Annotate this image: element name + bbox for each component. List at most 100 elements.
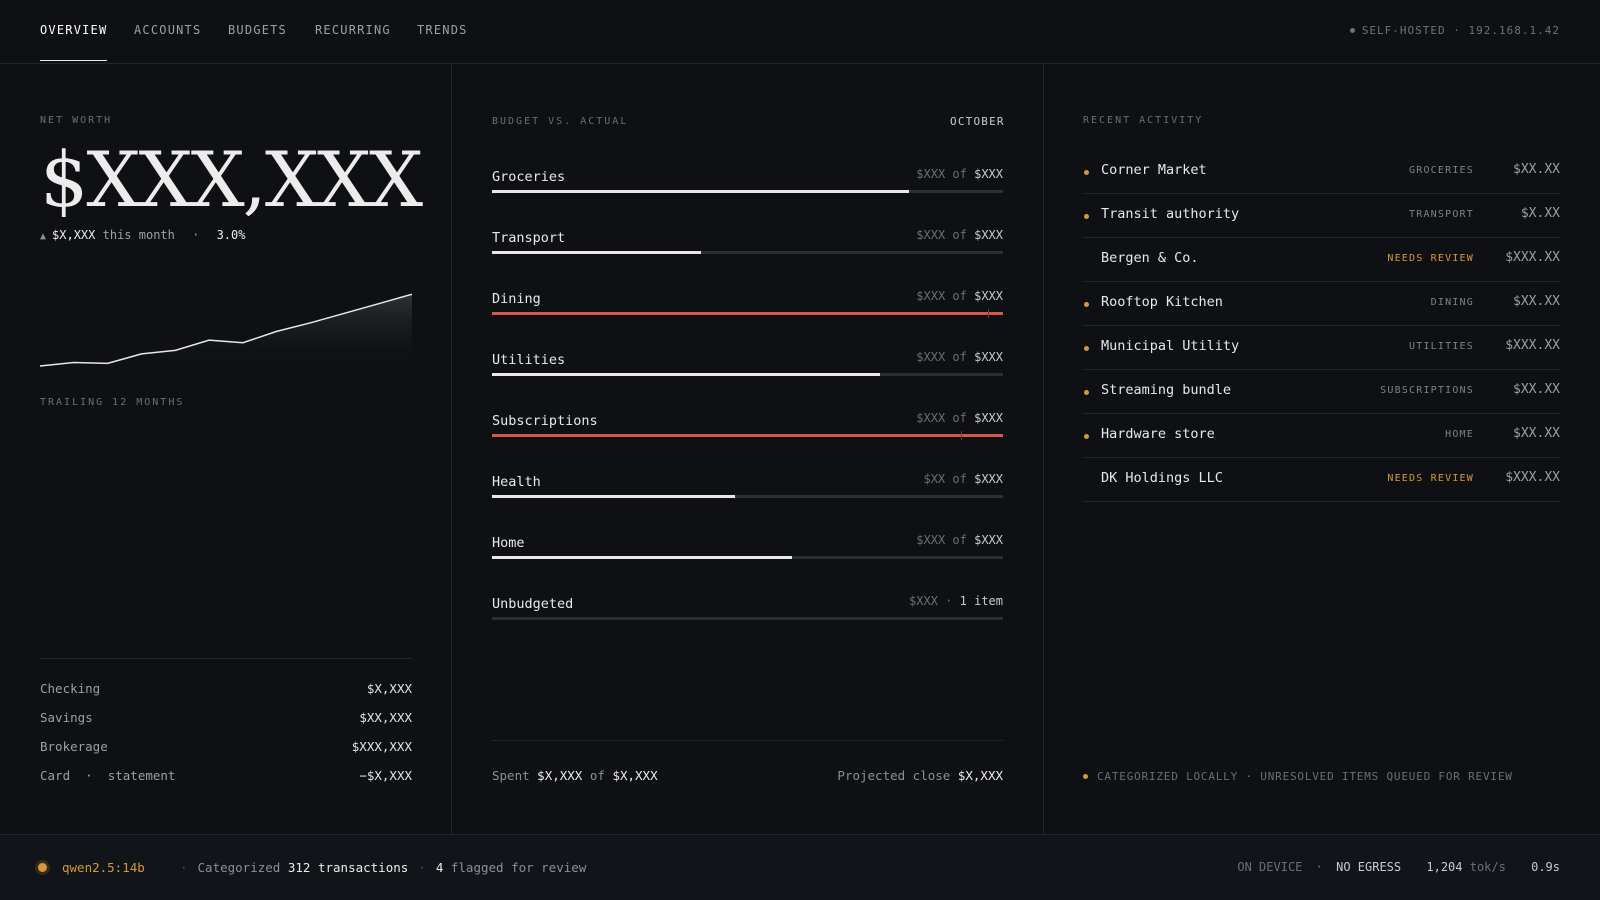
merchant-name: Municipal Utility [1101, 338, 1240, 354]
merchant-name: Bergen & Co. [1101, 250, 1199, 266]
budget-limit-marker [961, 431, 962, 440]
activity-row[interactable]: Transit authority TRANSPORT $X.XX [1083, 194, 1560, 238]
budget-row[interactable]: Transport $XXX of $XXX [492, 227, 1003, 254]
flag-count: 4 [435, 860, 444, 875]
transaction-amount: $XXX.XX [1505, 470, 1560, 485]
budget-limit-marker [988, 309, 989, 318]
budget-category-name: Groceries [492, 169, 566, 185]
category-label: UTILITIES [1409, 341, 1474, 352]
budget-category-name: Home [492, 535, 525, 551]
needs-review-badge[interactable]: NEEDS REVIEW [1387, 253, 1474, 264]
status-separator: · [418, 860, 426, 875]
budget-row[interactable]: Groceries $XXX of $XXX [492, 166, 1003, 193]
category-dot-icon [1084, 170, 1089, 175]
delta-amount: $X,XXX [52, 228, 96, 242]
account-row-card[interactable]: Card · statement −$X,XXX [40, 768, 412, 783]
token-speed-unit: tok/s [1469, 860, 1506, 874]
net-worth-delta: ▲ $X,XXX this month · 3.0% [40, 228, 245, 242]
budget-month-selector[interactable]: OCTOBER [950, 115, 1005, 128]
account-row-checking[interactable]: Checking $X,XXX [40, 681, 412, 696]
tab-trends[interactable]: TRENDS [417, 23, 468, 37]
model-name[interactable]: qwen2.5:14b [62, 860, 145, 875]
budget-of: of [952, 167, 967, 181]
budget-amount: $XX of $XXX [923, 472, 1003, 486]
budget-progress-fill [492, 556, 792, 559]
budget-progress-track [492, 495, 1003, 498]
budget-progress-track [492, 431, 1003, 440]
budget-row[interactable]: Utilities $XXX of $XXX [492, 349, 1003, 376]
budget-row[interactable]: Dining $XXX of $XXX [492, 288, 1003, 318]
budget-amount: $XXX of $XXX [916, 289, 1003, 303]
activity-row[interactable]: DK Holdings LLC NEEDS REVIEW $XXX.XX [1083, 458, 1560, 502]
category-dot-icon [1084, 302, 1089, 307]
account-value: $X,XXX [366, 681, 412, 696]
transaction-amount: $XX.XX [1513, 294, 1560, 309]
merchant-name: DK Holdings LLC [1101, 470, 1223, 486]
account-row-brokerage[interactable]: Brokerage $XXX,XXX [40, 739, 412, 754]
budget-progress-fill [492, 434, 1003, 437]
account-row-savings[interactable]: Savings $XX,XXX [40, 710, 412, 725]
tab-accounts[interactable]: ACCOUNTS [134, 23, 201, 37]
budget-progress-track [492, 251, 1003, 254]
tab-budgets[interactable]: BUDGETS [228, 23, 287, 37]
needs-review-badge[interactable]: NEEDS REVIEW [1387, 473, 1474, 484]
token-speed: 1,204 [1426, 860, 1463, 874]
flag-text[interactable]: flagged for review [451, 860, 586, 875]
status-separator: · [180, 860, 188, 875]
budget-footer: Spent $X,XXX of $X,XXX Projected close $… [492, 768, 1003, 783]
merchant-name: Transit authority [1101, 206, 1240, 222]
budget-total: $XXX [974, 289, 1003, 303]
account-name: Card · statement [40, 768, 176, 783]
budget-total: $XXX [974, 167, 1003, 181]
budget-category-name: Dining [492, 291, 541, 307]
budget-row[interactable]: Unbudgeted $XXX · 1 item [492, 593, 1003, 620]
trend-period-label: TRAILING 12 MONTHS [40, 397, 185, 408]
category-label: HOME [1445, 429, 1474, 440]
budget-spent: $XXX [916, 411, 946, 425]
tab-recurring[interactable]: RECURRING [315, 23, 391, 37]
spent-total: $X,XXX [612, 768, 658, 783]
budget-progress-fill [492, 190, 909, 193]
activity-row[interactable]: Streaming bundle SUBSCRIPTIONS $XX.XX [1083, 370, 1560, 414]
budget-of: of [952, 289, 967, 303]
status-metrics: ON DEVICE · NO EGRESS 1,204 tok/s 0.9s [1237, 860, 1560, 874]
transaction-amount: $XX.XX [1513, 162, 1560, 177]
activity-footer: CATEGORIZED LOCALLY · UNRESOLVED ITEMS Q… [1083, 770, 1513, 783]
merchant-name: Rooftop Kitchen [1101, 294, 1223, 310]
budget-spent: $XXX [909, 594, 938, 608]
category-dot-icon [1084, 434, 1089, 439]
budget-spent: $XXX [916, 350, 946, 364]
budget-progress-fill [492, 251, 701, 254]
activity-row[interactable]: Corner Market GROCERIES $XX.XX [1083, 150, 1560, 194]
category-dot-icon [1084, 390, 1089, 395]
transaction-amount: $XX.XX [1513, 426, 1560, 441]
projected-close: Projected close $X,XXX [837, 768, 1003, 783]
budget-row[interactable]: Subscriptions $XXX of $XXX [492, 410, 1003, 440]
status-count: 312 transactions [287, 860, 409, 875]
budget-progress-track [492, 309, 1003, 318]
budget-progress-fill [492, 373, 880, 376]
activity-row[interactable]: Municipal Utility UTILITIES $XXX.XX [1083, 326, 1560, 370]
budget-progress-fill [492, 495, 735, 498]
budget-amount: $XXX of $XXX [916, 533, 1003, 547]
budget-spent: $XX [923, 472, 946, 486]
budget-of: of [952, 411, 967, 425]
budget-category-name: Utilities [492, 352, 566, 368]
account-name: Brokerage [40, 739, 108, 754]
budget-total: $XXX [974, 533, 1003, 547]
budget-row[interactable]: Home $XXX of $XXX [492, 532, 1003, 559]
budget-total: $XXX [974, 350, 1003, 364]
delta-percent: 3.0% [216, 228, 246, 242]
budget-of: of [952, 472, 967, 486]
activity-row[interactable]: Bergen & Co. NEEDS REVIEW $XXX.XX [1083, 238, 1560, 282]
activity-row[interactable]: Rooftop Kitchen DINING $XX.XX [1083, 282, 1560, 326]
status-message: · Categorized 312 transactions · 4 flagged … [170, 860, 586, 875]
category-label: DINING [1430, 297, 1474, 308]
trend-area [40, 294, 412, 370]
tab-overview[interactable]: OVERVIEW [40, 23, 108, 61]
activity-row[interactable]: Hardware store HOME $XX.XX [1083, 414, 1560, 458]
projected-value: $X,XXX [957, 768, 1003, 783]
budget-row[interactable]: Health $XX of $XXX [492, 471, 1003, 498]
local-status-dot-icon [1083, 773, 1088, 779]
budget-of: of [952, 533, 967, 547]
